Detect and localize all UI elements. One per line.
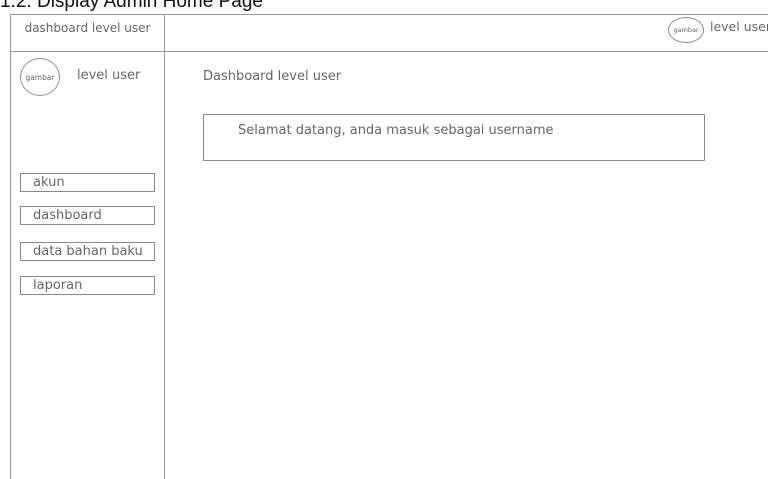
- sidebar-user-label: level user: [77, 68, 141, 83]
- sidebar-left-border: [10, 14, 11, 479]
- sidebar-item-akun[interactable]: akun: [20, 173, 155, 192]
- sidebar-item-laporan[interactable]: laporan: [20, 276, 155, 295]
- header-avatar[interactable]: gambar: [668, 17, 704, 43]
- sidebar-divider: [164, 14, 165, 479]
- page-title: Dashboard level user: [203, 69, 342, 84]
- header-avatar-label: gambar: [673, 26, 699, 34]
- welcome-message: Selamat datang, anda masuk sebagai usern…: [238, 123, 554, 138]
- sidebar-avatar: gambar: [20, 58, 60, 96]
- header-divider: [10, 51, 768, 52]
- welcome-panel: Selamat datang, anda masuk sebagai usern…: [203, 114, 705, 161]
- sidebar-avatar-label: gambar: [25, 72, 55, 82]
- sidebar-item-data-bahan-baku[interactable]: data bahan baku: [20, 242, 155, 261]
- sidebar-item-dashboard[interactable]: dashboard: [20, 206, 155, 225]
- header-top-border: [10, 14, 768, 15]
- header-user-label[interactable]: level user: [710, 19, 768, 34]
- app-brand[interactable]: dashboard level user: [11, 16, 164, 40]
- figure-caption: 1.2. Display Admin Home Page: [0, 0, 263, 12]
